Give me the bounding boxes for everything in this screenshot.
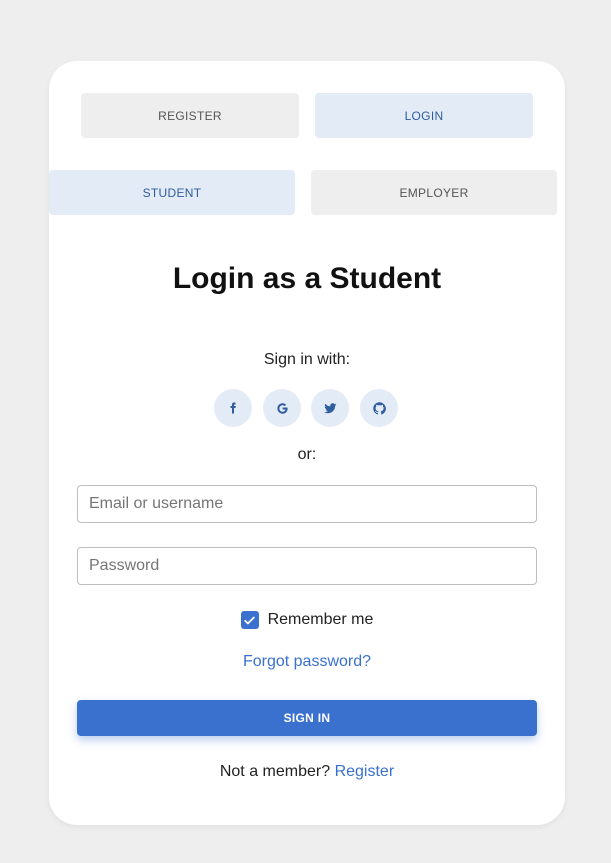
tab-register[interactable]: REGISTER	[81, 93, 299, 138]
twitter-button[interactable]	[311, 389, 349, 427]
google-icon	[276, 402, 288, 414]
google-button[interactable]	[263, 389, 301, 427]
facebook-icon	[230, 402, 236, 414]
not-a-member-label: Not a member?	[219, 763, 331, 780]
tab-employer[interactable]: EMPLOYER	[311, 170, 557, 215]
sign-in-with-label: Sign in with:	[263, 351, 351, 368]
remember-me-checkbox[interactable]	[240, 611, 259, 629]
forgot-password-link[interactable]: Forgot password?	[49, 653, 565, 671]
page-title: Login as a Student	[172, 262, 442, 295]
check-icon	[244, 616, 255, 624]
github-button[interactable]	[360, 389, 398, 427]
remember-me-label[interactable]: Remember me	[268, 611, 374, 629]
password-field[interactable]	[77, 547, 537, 585]
or-divider-label: or:	[297, 446, 317, 463]
sign-in-button[interactable]: SIGN IN	[77, 700, 537, 736]
facebook-button[interactable]	[214, 389, 252, 427]
twitter-icon	[323, 402, 336, 413]
tab-login[interactable]: LOGIN	[315, 93, 533, 138]
footer-text: Not a member? Register	[49, 763, 565, 781]
register-link[interactable]: Register	[335, 763, 395, 780]
email-field[interactable]	[77, 485, 537, 523]
remember-me-row: Remember me	[49, 611, 565, 629]
tab-student[interactable]: STUDENT	[49, 170, 295, 215]
github-icon	[372, 401, 386, 415]
login-card: REGISTER LOGIN STUDENT EMPLOYER Login as…	[49, 61, 565, 825]
